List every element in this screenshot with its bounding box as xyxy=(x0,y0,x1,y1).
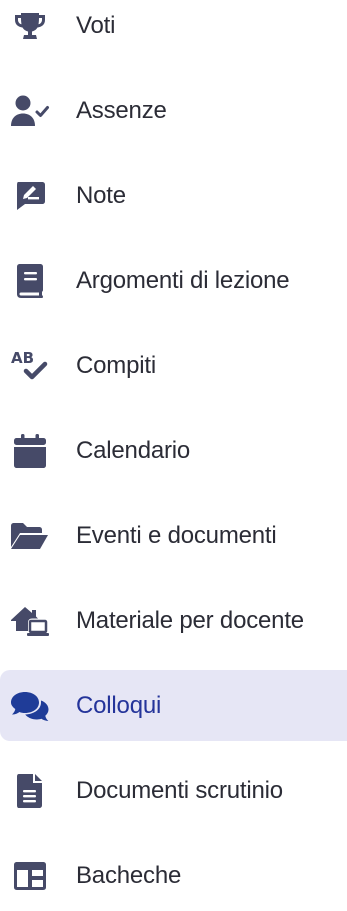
menu-item-colloqui[interactable]: Colloqui xyxy=(0,670,347,741)
menu-item-eventi-e-documenti[interactable]: Eventi e documenti xyxy=(0,500,347,571)
menu-item-label: Bacheche xyxy=(76,861,182,889)
menu-item-compiti[interactable]: AB Compiti xyxy=(0,330,347,401)
house-laptop-icon xyxy=(10,601,50,641)
menu-item-label: Argomenti di lezione xyxy=(76,266,290,294)
side-menu: Voti Assenze Note Argomenti di lezione A… xyxy=(0,0,347,890)
menu-item-note[interactable]: Note xyxy=(0,160,347,231)
calendar-icon xyxy=(10,431,50,471)
menu-item-label: Note xyxy=(76,181,126,209)
menu-item-voti[interactable]: Voti xyxy=(0,0,347,61)
folder-open-icon xyxy=(10,516,50,556)
menu-item-label: Eventi e documenti xyxy=(76,521,277,549)
menu-item-label: Documenti scrutinio xyxy=(76,776,283,804)
menu-item-label: Compiti xyxy=(76,351,156,379)
menu-item-label: Colloqui xyxy=(76,691,162,719)
user-check-icon xyxy=(10,91,50,131)
menu-item-assenze[interactable]: Assenze xyxy=(0,75,347,146)
comments-icon xyxy=(10,686,50,726)
menu-item-bacheche[interactable]: Bacheche xyxy=(0,840,347,911)
menu-item-argomenti-di-lezione[interactable]: Argomenti di lezione xyxy=(0,245,347,316)
book-icon xyxy=(10,261,50,301)
note-pen-icon xyxy=(10,176,50,216)
menu-item-documenti-scrutinio[interactable]: Documenti scrutinio xyxy=(0,755,347,826)
menu-item-calendario[interactable]: Calendario xyxy=(0,415,347,486)
file-lines-icon xyxy=(10,771,50,811)
svg-text:AB: AB xyxy=(11,349,34,367)
trophy-icon xyxy=(10,6,50,46)
menu-item-materiale-per-docente[interactable]: Materiale per docente xyxy=(0,585,347,656)
spellcheck-icon: AB xyxy=(10,346,50,386)
menu-item-label: Assenze xyxy=(76,96,167,124)
menu-item-label: Materiale per docente xyxy=(76,606,304,634)
menu-item-label: Calendario xyxy=(76,436,191,464)
menu-item-label: Voti xyxy=(76,11,116,39)
board-icon xyxy=(10,856,50,896)
